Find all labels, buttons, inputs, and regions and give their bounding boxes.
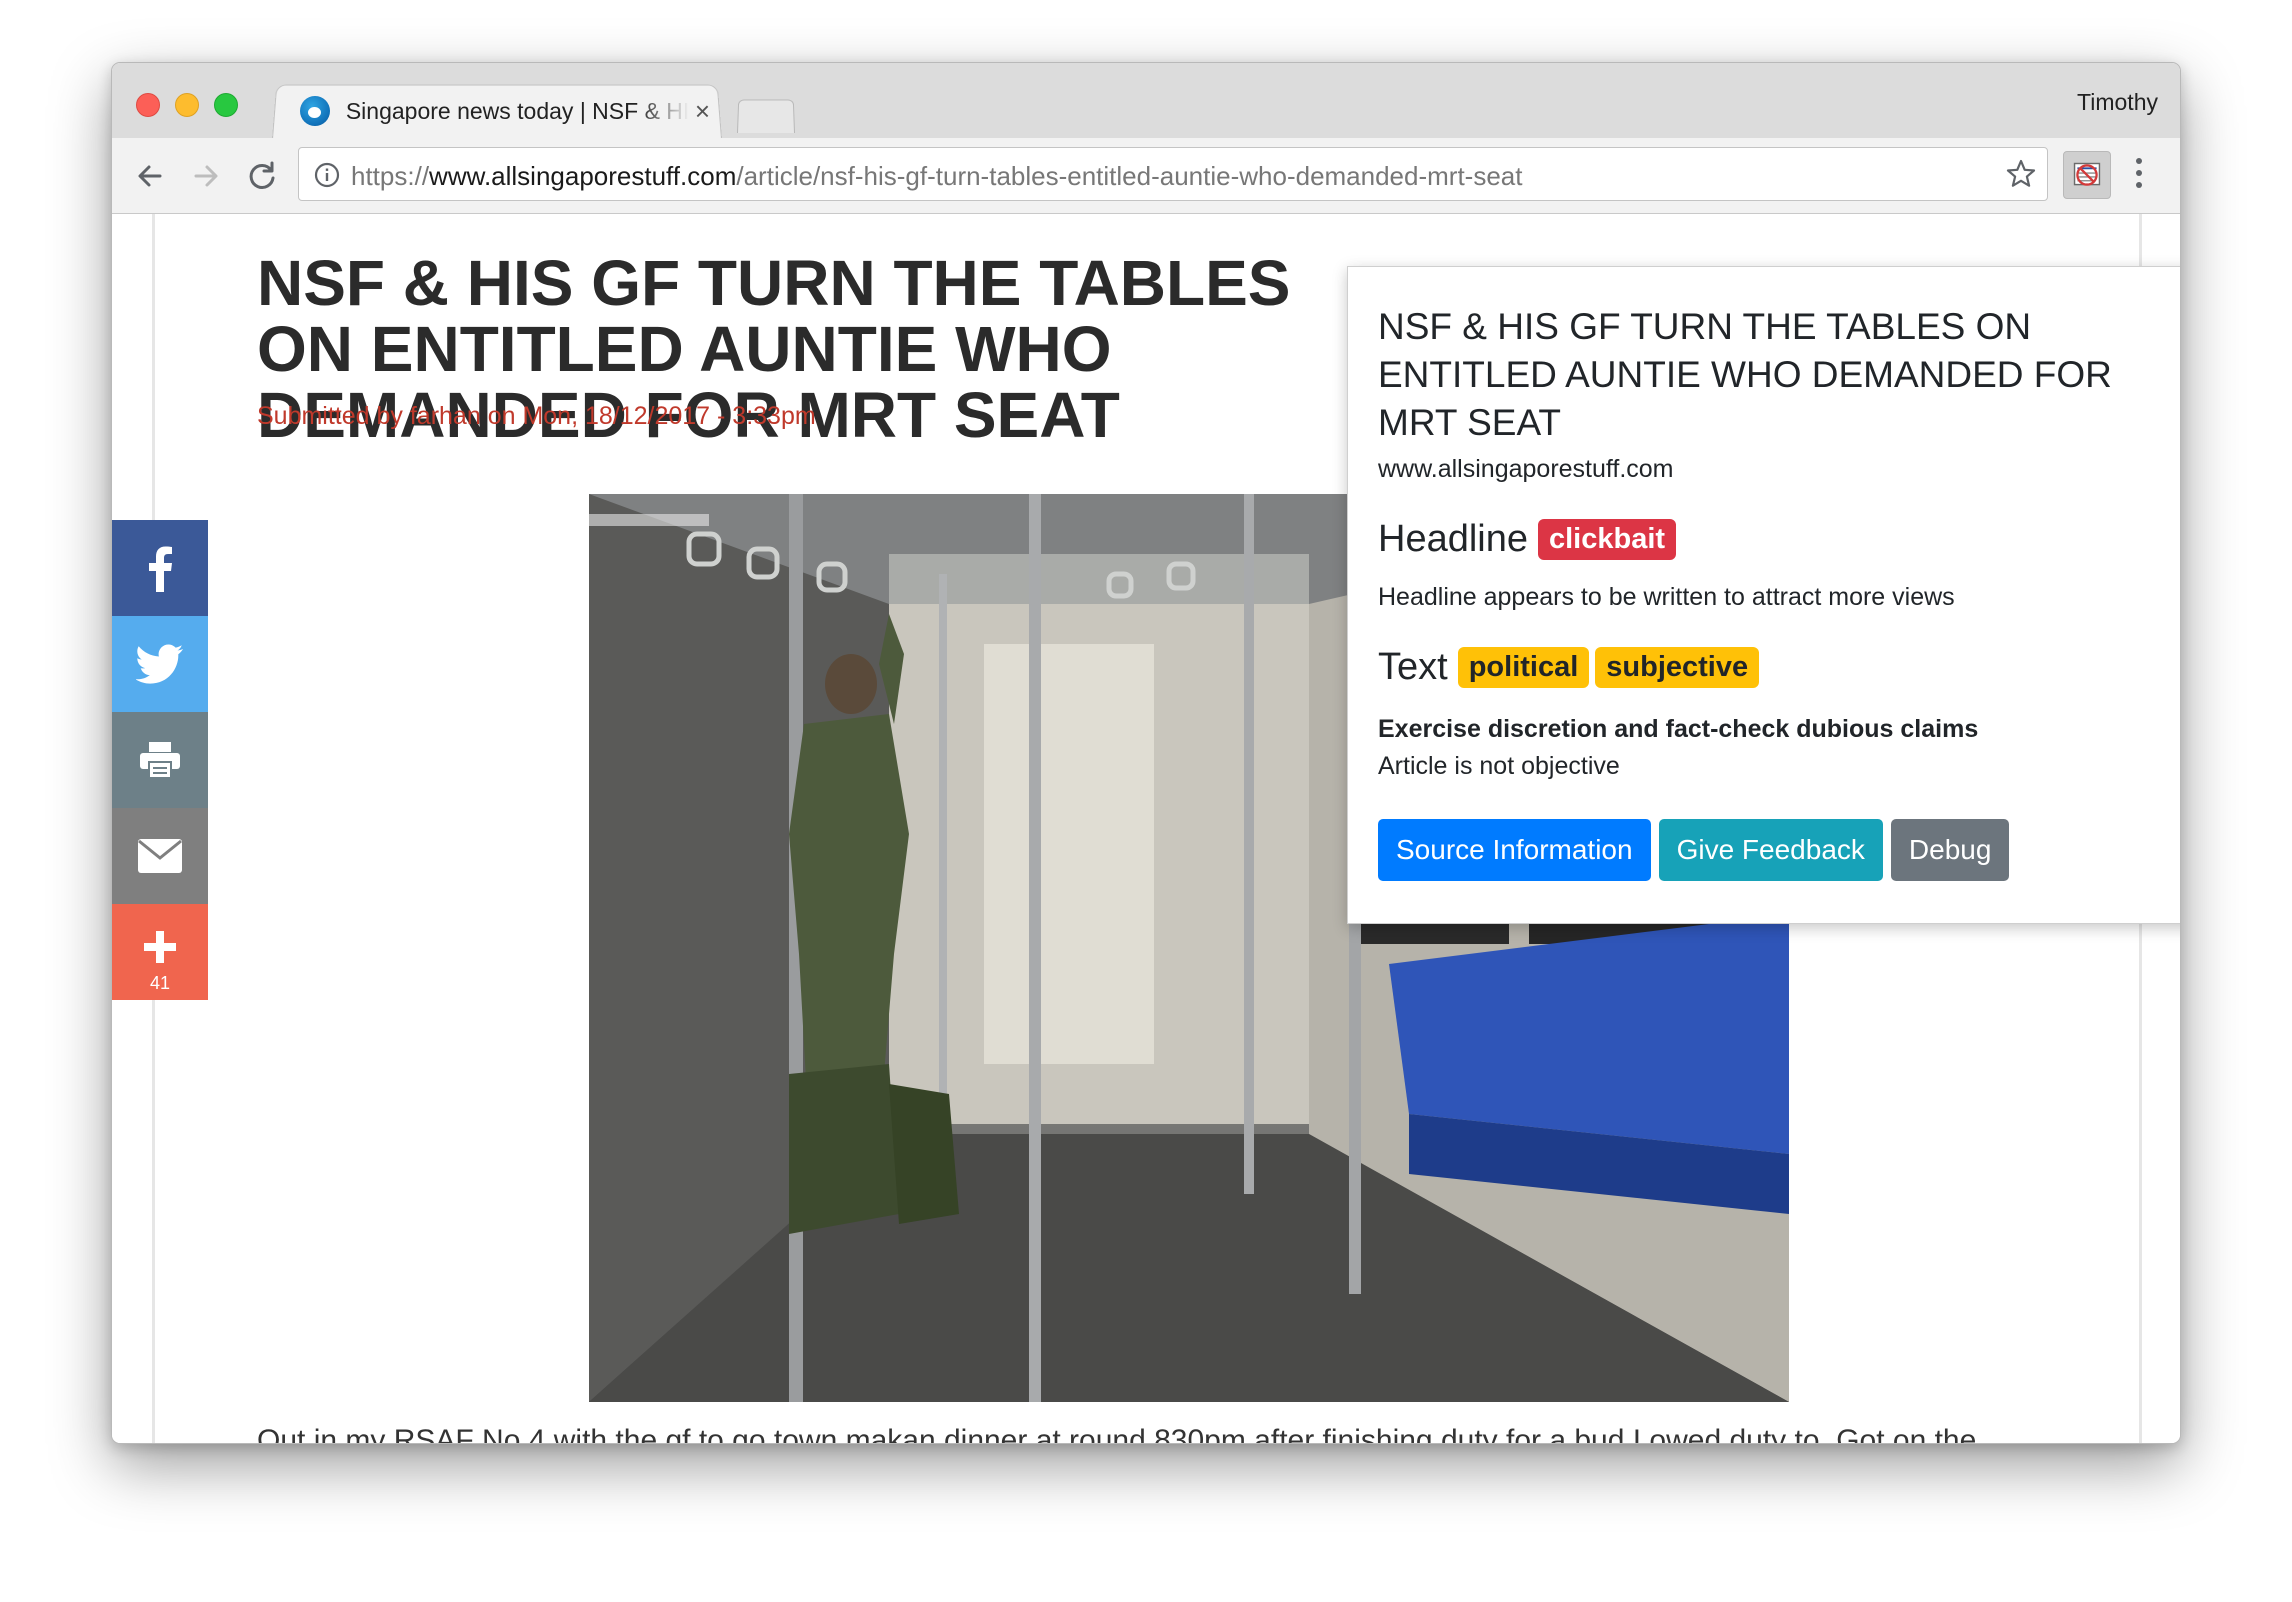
bookmark-star-icon[interactable] — [2005, 158, 2037, 190]
close-window-button[interactable] — [136, 93, 160, 117]
back-arrow-icon[interactable] — [130, 156, 170, 196]
url-scheme: https:// — [351, 161, 430, 191]
share-print-button[interactable] — [112, 712, 208, 808]
share-bar: 41 — [112, 520, 208, 1000]
title-bar: Singapore news today | NSF & HIS GF × Ti… — [112, 63, 2180, 139]
browser-window: Singapore news today | NSF & HIS GF × Ti… — [111, 62, 2181, 1444]
text-section: Text political subjective — [1378, 646, 2180, 689]
subjective-badge: subjective — [1595, 647, 1760, 688]
tab-title: Singapore news today | NSF & HIS GF — [345, 97, 689, 124]
active-tab-content[interactable]: Singapore news today | NSF & HIS GF × — [290, 85, 710, 137]
email-icon — [138, 839, 182, 873]
newspaper-check-icon — [2073, 162, 2101, 186]
extension-button[interactable] — [2063, 151, 2111, 199]
new-tab-button[interactable] — [737, 99, 795, 133]
minimize-window-button[interactable] — [175, 93, 199, 117]
share-facebook-button[interactable] — [112, 520, 208, 616]
extension-popup: NSF & HIS GF TURN THE TABLES ON ENTITLED… — [1347, 266, 2180, 924]
reload-icon[interactable] — [242, 156, 282, 196]
share-count: 41 — [149, 973, 171, 993]
forward-arrow-icon[interactable] — [186, 156, 226, 196]
maximize-window-button[interactable] — [214, 93, 238, 117]
share-more-button[interactable]: 41 — [112, 904, 208, 1000]
headline-section: Headline clickbait — [1378, 518, 2180, 561]
browser-toolbar: https://www.allsingaporestuff.com/articl… — [112, 138, 2180, 214]
twitter-icon — [136, 644, 183, 684]
share-email-button[interactable] — [112, 808, 208, 904]
address-bar[interactable]: https://www.allsingaporestuff.com/articl… — [298, 147, 2048, 201]
share-twitter-button[interactable] — [112, 616, 208, 712]
url-host: www.allsingaporestuff.com — [429, 161, 737, 191]
debug-button[interactable]: Debug — [1890, 819, 2010, 881]
submitted-by: Submitted by farhan on Mon, 18/12/2017 -… — [257, 402, 816, 430]
plus-icon — [144, 931, 176, 963]
headline-description: Headline appears to be written to attrac… — [1378, 583, 1955, 611]
print-icon — [140, 742, 180, 779]
text-description: Article is not objective — [1378, 752, 1620, 780]
clickbait-badge: clickbait — [1538, 519, 1677, 560]
url-path: /article/nsf-his-gf-turn-tables-entitled… — [736, 161, 1523, 191]
give-feedback-button[interactable]: Give Feedback — [1658, 819, 1883, 881]
popup-article-title: NSF & HIS GF TURN THE TABLES ON ENTITLED… — [1378, 306, 2112, 443]
info-icon[interactable] — [313, 161, 341, 189]
popup-domain: www.allsingaporestuff.com — [1378, 455, 1674, 483]
text-heading: Text — [1378, 646, 1448, 688]
headline-heading: Headline — [1378, 518, 1528, 560]
popup-buttons: Source Information Give Feedback Debug — [1378, 819, 2180, 881]
text-warning: Exercise discretion and fact-check dubio… — [1378, 715, 1979, 743]
source-information-button[interactable]: Source Information — [1378, 819, 1651, 881]
tab-close-icon[interactable]: × — [695, 98, 710, 124]
political-badge: political — [1457, 647, 1590, 688]
drupal-drop-icon — [300, 96, 330, 126]
article-body: Out in my RSAF No.4 with the gf to go to… — [257, 1424, 1977, 1444]
url-text[interactable]: https://www.allsingaporestuff.com/articl… — [351, 161, 1522, 192]
menu-dots-icon[interactable] — [2134, 158, 2144, 194]
facebook-icon — [149, 546, 172, 592]
profile-name[interactable]: Timothy — [2077, 89, 2158, 116]
